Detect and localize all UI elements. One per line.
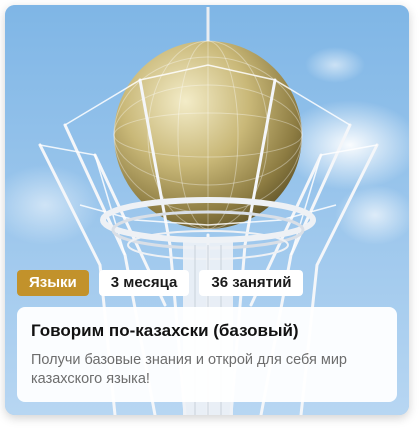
duration-tag: 3 месяца	[98, 270, 190, 296]
lessons-count-tag: 36 занятий	[199, 270, 304, 296]
category-tag: Языки	[17, 270, 89, 296]
tag-row: Языки 3 месяца 36 занятий	[17, 270, 304, 296]
course-description: Получи базовые знания и открой для себя …	[31, 352, 347, 387]
course-info-panel: Говорим по-казахски (базовый) Получи баз…	[17, 307, 397, 402]
course-card[interactable]: Языки 3 месяца 36 занятий Говорим по-каз…	[5, 5, 409, 415]
course-title[interactable]: Говорим по-казахски (базовый)	[31, 321, 385, 341]
